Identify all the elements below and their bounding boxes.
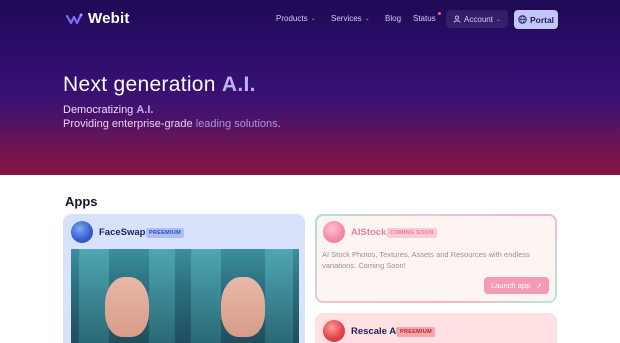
hero-line2-post: . — [277, 118, 281, 130]
external-link-icon: ↗ — [536, 282, 543, 290]
hero-subtitle-line-1: Democratizing A.I. — [63, 104, 153, 116]
nav-status-label: Status — [413, 12, 441, 23]
faceswap-photo-after — [185, 249, 299, 343]
rescale-badge: PREEMIUM — [397, 327, 436, 337]
faceswap-photo-before — [71, 249, 185, 343]
aistock-logo-icon — [323, 221, 345, 243]
hero-line1-accent: A.I. — [136, 104, 154, 116]
launch-app-label: Launch app — [490, 281, 531, 290]
launch-app-button[interactable]: Launch app ↗ — [484, 277, 549, 294]
rescale-name: Rescale AI — [351, 326, 399, 337]
logo-mark-icon — [66, 13, 83, 24]
hero-title: Next generation A.I. — [63, 73, 256, 97]
nav-status-text: Status — [413, 14, 436, 23]
nav-blog[interactable]: Blog — [385, 14, 401, 23]
photo-hair-strand — [265, 249, 293, 343]
rescale-logo-icon — [323, 320, 345, 342]
hero-subtitle-line-2: Providing enterprise-grade leading solut… — [63, 118, 281, 130]
top-navbar: Webit Products ⌄ Services ⌄ Blog Status … — [0, 0, 620, 38]
aistock-description: AI Stock Photos, Textures, Assets and Re… — [322, 250, 530, 270]
nav-products[interactable]: Products ⌄ — [276, 14, 316, 23]
hero-line2-accent: leading solutions — [195, 118, 278, 130]
nav-status[interactable]: Status — [413, 12, 441, 23]
photo-hair-strand — [191, 249, 221, 343]
faceswap-logo-icon — [71, 221, 93, 243]
hero-section: Webit Products ⌄ Services ⌄ Blog Status … — [0, 0, 620, 175]
nav-services-label: Services — [331, 14, 362, 23]
aistock-badge: COMING SOON — [387, 228, 437, 238]
portal-button[interactable]: Portal — [514, 10, 558, 29]
photo-face — [221, 277, 265, 337]
chevron-down-icon: ⌄ — [495, 16, 501, 23]
photo-hair-strand — [149, 249, 175, 343]
faceswap-name: FaceSwap — [99, 227, 146, 238]
chevron-down-icon: ⌄ — [310, 16, 316, 22]
portal-label: Portal — [529, 14, 555, 25]
globe-icon — [518, 15, 527, 24]
apps-heading: Apps — [65, 194, 98, 209]
user-icon — [453, 15, 461, 23]
nav-blog-label: Blog — [385, 14, 402, 23]
brand-logo[interactable]: Webit — [66, 10, 130, 27]
chevron-down-icon: ⌄ — [364, 16, 370, 22]
faceswap-badge: PREEMIUM — [146, 228, 185, 238]
account-label: Account — [464, 14, 493, 24]
hero-line2-text: Providing enterprise-grade — [63, 118, 196, 130]
account-button[interactable]: Account ⌄ — [446, 10, 508, 28]
hero-line1-text: Democratizing — [63, 104, 137, 116]
brand-name: Webit — [88, 10, 130, 27]
photo-face — [105, 277, 149, 337]
hero-title-text: Next generation — [63, 73, 222, 96]
hero-title-accent: A.I. — [221, 73, 256, 96]
nav-products-label: Products — [276, 14, 308, 23]
nav-services[interactable]: Services ⌄ — [331, 14, 370, 23]
status-indicator-dot — [437, 12, 441, 15]
photo-hair-strand — [79, 249, 109, 343]
aistock-name: AIStock — [351, 227, 387, 238]
